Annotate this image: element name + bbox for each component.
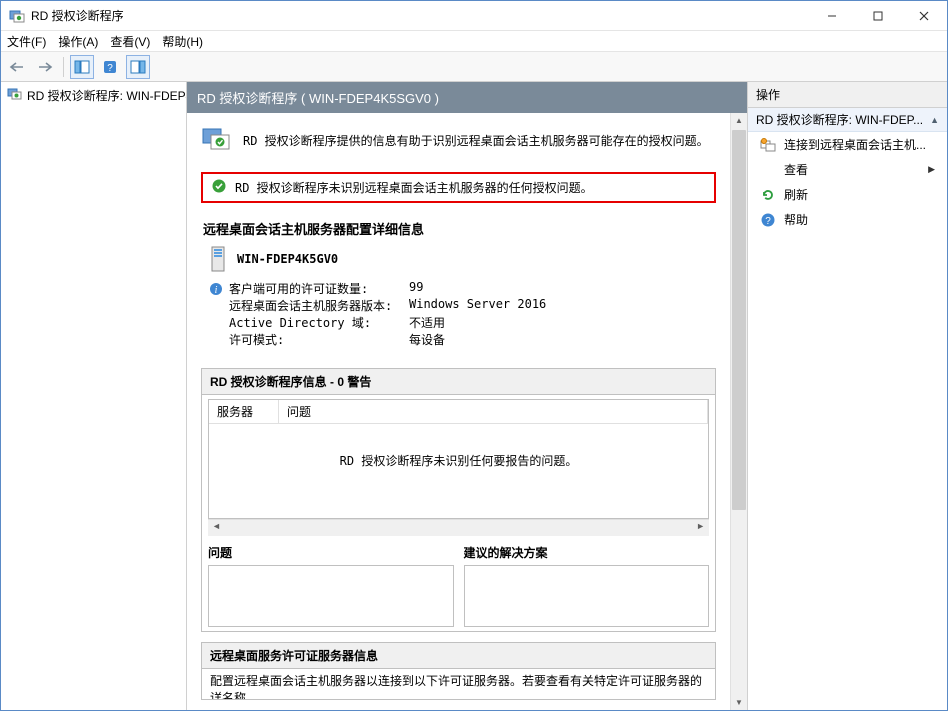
h-scrollbar[interactable] [208, 519, 709, 536]
svg-text:i: i [215, 285, 218, 296]
config-row: 许可模式: 每设备 [209, 331, 708, 348]
config-key: 远程桌面会话主机服务器版本: [229, 297, 392, 314]
show-actions-button[interactable] [126, 55, 150, 79]
app-icon [9, 8, 25, 24]
config-value: 不适用 [409, 314, 445, 331]
action-view-label: 查看 [784, 161, 808, 178]
suggest-label: 建议的解决方案 [464, 542, 710, 565]
diag-list-empty: RD 授权诊断程序未识别任何要报告的问题。 [209, 424, 708, 497]
actions-group-label: RD 授权诊断程序: WIN-FDEP... [756, 111, 923, 128]
tree-root-item[interactable]: RD 授权诊断程序: WIN-FDEP4 [3, 84, 184, 107]
server-icon [209, 246, 227, 272]
action-help[interactable]: ? 帮助 [748, 207, 947, 232]
status-callout: RD 授权诊断程序未识别远程桌面会话主机服务器的任何授权问题。 [201, 172, 716, 203]
svg-text:?: ? [765, 216, 771, 227]
licsrv-header: 远程桌面服务许可证服务器信息 [202, 643, 715, 669]
toolbar: ? [1, 52, 947, 82]
diag-panel: RD 授权诊断程序信息 - 0 警告 服务器 问题 RD 授权诊断程序未识别任何… [201, 368, 716, 632]
refresh-icon [760, 187, 776, 203]
config-key: 许可模式: [229, 331, 284, 348]
info-icon: i [209, 282, 223, 296]
action-refresh[interactable]: 刷新 [748, 182, 947, 207]
config-value: 每设备 [409, 331, 445, 348]
config-row: Active Directory 域: 不适用 [209, 314, 708, 331]
help-button[interactable]: ? [98, 55, 122, 79]
config-key: Active Directory 域: [229, 314, 371, 331]
minimize-button[interactable] [809, 1, 855, 30]
diag-list-header: 服务器 问题 [209, 400, 708, 424]
tree-pane[interactable]: RD 授权诊断程序: WIN-FDEP4 [1, 82, 187, 710]
tree-root-label: RD 授权诊断程序: WIN-FDEP4 [27, 87, 187, 104]
server-name: WIN-FDEP4K5GV0 [237, 252, 338, 266]
menu-file[interactable]: 文件(F) [7, 33, 46, 50]
app-window: RD 授权诊断程序 文件(F) 操作(A) 查看(V) 帮助(H) ? RD 授… [0, 0, 948, 711]
menu-view[interactable]: 查看(V) [110, 33, 150, 50]
config-row: 远程桌面会话主机服务器版本: Windows Server 2016 [209, 297, 708, 314]
center-header: RD 授权诊断程序 ( WIN-FDEP4K5SGV0 ) [187, 82, 747, 113]
v-scrollbar[interactable] [730, 113, 747, 710]
config-title: 远程桌面会话主机服务器配置详细信息 [187, 213, 730, 242]
server-row: WIN-FDEP4K5GV0 [187, 242, 730, 276]
expand-icon: ▶ [928, 164, 935, 175]
actions-header: 操作 [748, 82, 947, 108]
blank-icon [760, 162, 776, 178]
menu-help[interactable]: 帮助(H) [162, 33, 203, 50]
body: RD 授权诊断程序: WIN-FDEP4 RD 授权诊断程序 ( WIN-FDE… [1, 82, 947, 710]
col-server[interactable]: 服务器 [209, 400, 279, 423]
issues-label: 问题 [208, 542, 454, 565]
connect-icon [760, 137, 776, 153]
callout-text: RD 授权诊断程序未识别远程桌面会话主机服务器的任何授权问题。 [235, 179, 593, 196]
toolbar-separator [63, 57, 64, 77]
action-connect[interactable]: 连接到远程桌面会话主机... [748, 132, 947, 157]
scrollbar-thumb[interactable] [732, 130, 746, 510]
actions-pane: 操作 RD 授权诊断程序: WIN-FDEP... ▲ 连接到远程桌面会话主机.… [747, 82, 947, 710]
window-controls [809, 1, 947, 30]
forward-button[interactable] [33, 55, 57, 79]
center-body: RD 授权诊断程序提供的信息有助于识别远程桌面会话主机服务器可能存在的授权问题。… [187, 113, 730, 710]
show-tree-button[interactable] [70, 55, 94, 79]
config-value: Windows Server 2016 [409, 297, 546, 314]
config-table: i 客户端可用的许可证数量: 99 远程桌面会话主机服务器版本: Windows … [187, 276, 730, 358]
config-value: 99 [409, 280, 423, 297]
center-pane: RD 授权诊断程序 ( WIN-FDEP4K5SGV0 ) RD 授权诊断程序提… [187, 82, 747, 710]
config-row: i 客户端可用的许可证数量: 99 [209, 280, 708, 297]
action-view[interactable]: 查看 ▶ [748, 157, 947, 182]
menubar: 文件(F) 操作(A) 查看(V) 帮助(H) [1, 31, 947, 52]
window-title: RD 授权诊断程序 [31, 7, 809, 24]
main: RD 授权诊断程序 ( WIN-FDEP4K5SGV0 ) RD 授权诊断程序提… [187, 82, 947, 710]
config-key: 客户端可用的许可证数量: [229, 280, 368, 297]
licsrv-panel: 远程桌面服务许可证服务器信息 配置远程桌面会话主机服务器以连接到以下许可证服务器… [201, 642, 716, 700]
menu-action[interactable]: 操作(A) [58, 33, 98, 50]
diag-panel-header: RD 授权诊断程序信息 - 0 警告 [202, 369, 715, 395]
svg-text:?: ? [107, 63, 113, 74]
intro-text: RD 授权诊断程序提供的信息有助于识别远程桌面会话主机服务器可能存在的授权问题。 [243, 132, 709, 149]
ok-icon [211, 178, 227, 197]
action-help-label: 帮助 [784, 211, 808, 228]
licsrv-body: 配置远程桌面会话主机服务器以连接到以下许可证服务器。若要查看有关特定许可证服务器… [202, 669, 715, 699]
maximize-button[interactable] [855, 1, 901, 30]
diagnoser-icon [201, 123, 233, 158]
col-problem[interactable]: 问题 [279, 400, 708, 423]
intro-row: RD 授权诊断程序提供的信息有助于识别远程桌面会话主机服务器可能存在的授权问题。 [187, 113, 730, 168]
back-button[interactable] [5, 55, 29, 79]
diag-two-col: 问题 建议的解决方案 [208, 536, 709, 627]
help-icon: ? [760, 212, 776, 228]
titlebar[interactable]: RD 授权诊断程序 [1, 1, 947, 31]
close-button[interactable] [901, 1, 947, 30]
diag-list[interactable]: 服务器 问题 RD 授权诊断程序未识别任何要报告的问题。 [208, 399, 709, 519]
action-connect-label: 连接到远程桌面会话主机... [784, 136, 926, 153]
action-refresh-label: 刷新 [784, 186, 808, 203]
actions-group-header[interactable]: RD 授权诊断程序: WIN-FDEP... ▲ [748, 108, 947, 132]
tree-root-icon [7, 86, 23, 105]
collapse-icon: ▲ [930, 115, 939, 125]
suggest-box[interactable] [464, 565, 710, 627]
issues-box[interactable] [208, 565, 454, 627]
